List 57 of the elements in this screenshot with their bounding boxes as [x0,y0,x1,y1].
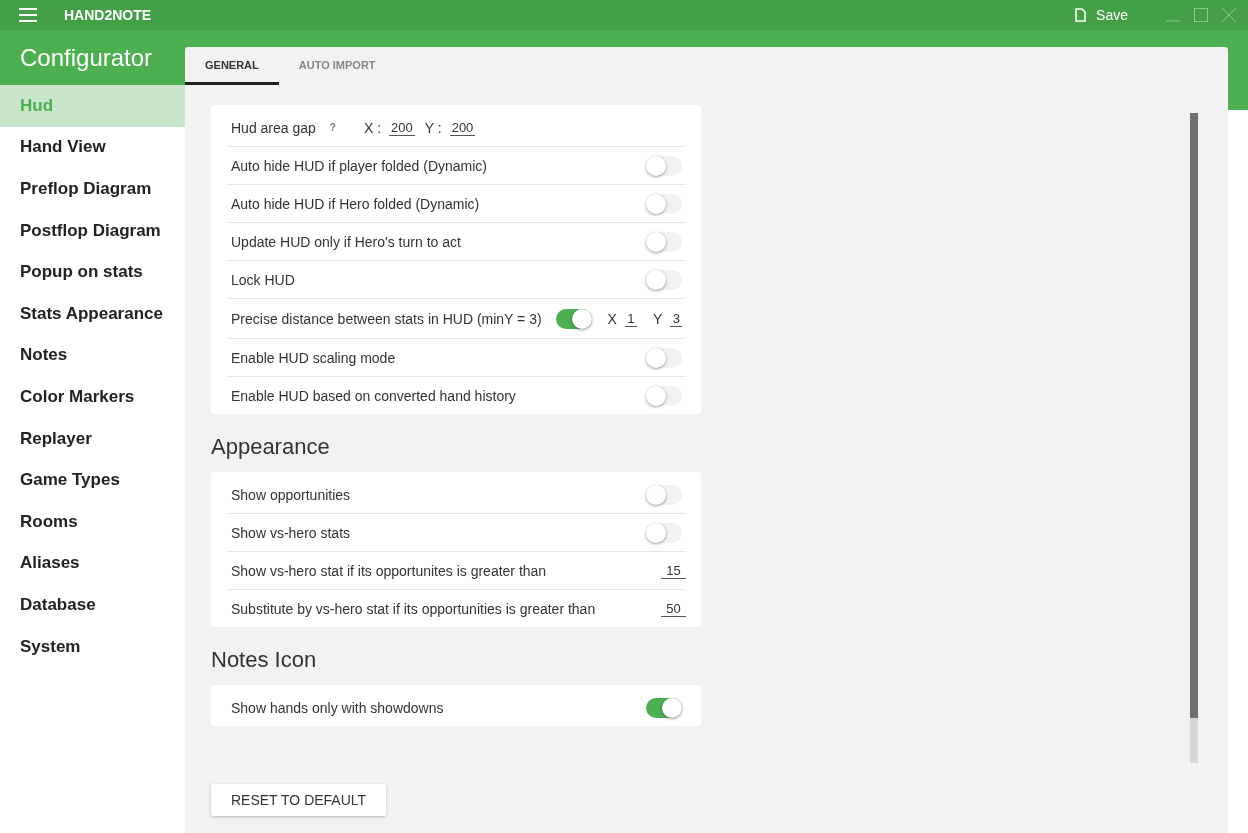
sidebar-item[interactable]: Aliases [0,542,185,585]
app-title: HAND2NOTE [64,7,152,23]
sidebar-item[interactable]: Game Types [0,459,185,501]
input-field[interactable]: 3 [670,310,683,327]
setting-label: Enable HUD based on converted hand history [231,387,516,404]
sidebar-item[interactable]: Color Markers [0,376,185,418]
toggle-switch[interactable] [646,385,682,406]
sidebar-item[interactable]: Notes [0,334,185,377]
section-title: Appearance [211,434,331,460]
setting-label: Precise distance between stats in HUD (minY = 3) [231,310,542,327]
document-icon [1075,8,1087,22]
toggle-switch[interactable] [646,231,682,252]
reset-button[interactable]: RESET TO DEFAULT [211,784,387,816]
tab[interactable]: GENERAL [185,47,279,85]
axis-label: X : [363,119,382,136]
setting-label: Show vs-hero stat if its opportunites is greater than [231,562,547,579]
axis-label: Y [652,310,663,327]
sidebar-item[interactable]: Database [0,584,185,626]
sidebar-item[interactable]: Stats Appearance [0,292,185,335]
sidebar-item[interactable]: Postflop Diagram [0,209,185,252]
setting-label: Lock HUD [231,271,295,288]
axis-label: X [607,310,617,327]
sidebar-item[interactable]: Preflop Diagram [0,168,185,210]
toggle-switch[interactable] [646,522,682,543]
setting-label: Auto hide HUD if Hero folded (Dynamic) [231,195,480,212]
input-field[interactable]: 50 [661,600,686,617]
section-title: Notes Icon [211,647,318,673]
toggle-switch[interactable] [646,484,682,505]
input-field[interactable]: 200 [449,119,476,136]
maximize-icon[interactable] [1194,8,1208,22]
toggle-switch[interactable] [646,347,682,368]
input-field[interactable]: 1 [624,310,637,327]
sidebar-item[interactable]: System [0,625,185,668]
setting-label: Enable HUD scaling mode [231,349,396,366]
setting-label: Show vs-hero stats [231,524,351,541]
input-field[interactable]: 15 [661,562,686,579]
help-icon[interactable]: ? [329,122,336,133]
sidebar-item[interactable]: Replayer [0,417,185,460]
toggle-switch[interactable] [646,193,682,214]
setting-label: Auto hide HUD if player folded (Dynamic) [231,157,487,174]
toggle-switch[interactable] [555,308,592,329]
setting-label: Substitute by vs-hero stat if its opportunities is greater than [231,600,596,617]
close-icon[interactable] [1222,8,1236,22]
setting-label: Hud area gap [231,119,316,136]
toggle-switch[interactable] [646,269,682,290]
sidebar-item[interactable]: Popup on stats [0,251,185,293]
input-field[interactable]: 200 [389,119,415,136]
toggle-switch[interactable] [646,155,682,176]
toggle-switch[interactable] [646,697,682,718]
setting-label: Show hands only with showdowns [231,699,444,716]
page-title: Configurator [20,43,153,72]
sidebar-item[interactable]: Rooms [0,500,185,543]
setting-label: Show opportunities [231,486,351,503]
axis-label: Y : [424,119,442,136]
menu-icon[interactable] [19,8,37,22]
setting-label: Update HUD only if Hero's turn to act [231,233,461,250]
sidebar-item[interactable]: Hand View [0,126,185,169]
